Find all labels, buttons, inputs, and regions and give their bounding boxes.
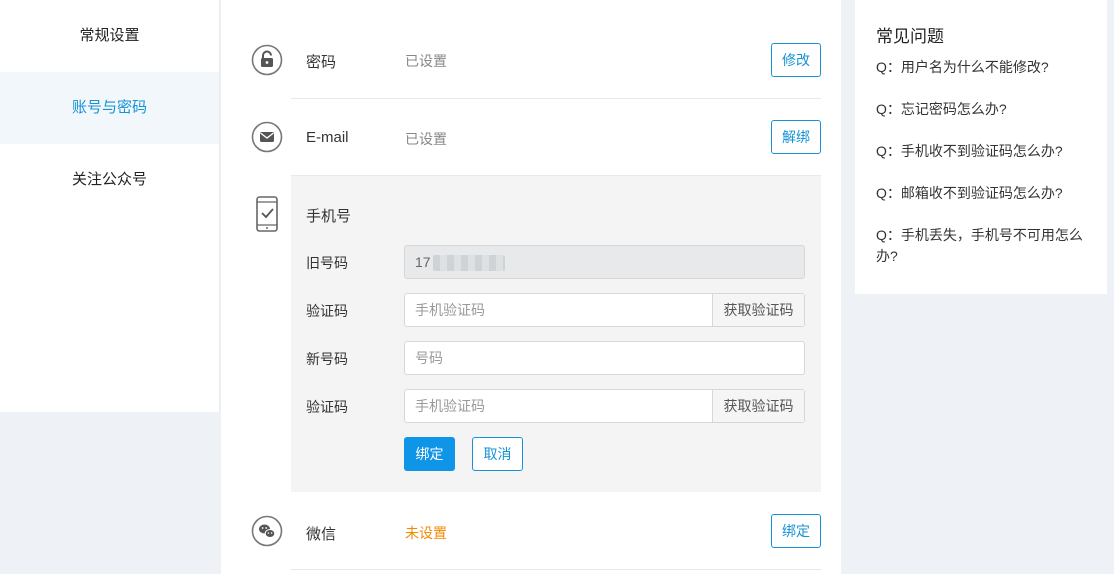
faq-title: 常见问题 [876, 27, 944, 46]
new-number-label: 新号码 [306, 351, 348, 367]
sidebar-item-general[interactable]: 常规设置 [0, 0, 219, 72]
old-verify-code-input[interactable]: 手机验证码 获取验证码 [404, 293, 805, 327]
faq-item[interactable]: Q：用户名为什么不能修改? [876, 57, 1087, 78]
wechat-row: 微信 未设置 绑定 [251, 514, 821, 548]
sidebar-item-account-password[interactable]: 账号与密码 [0, 72, 219, 144]
new-verify-code-input[interactable]: 手机验证码 获取验证码 [404, 389, 805, 423]
cancel-button[interactable]: 取消 [472, 437, 523, 471]
divider [291, 569, 821, 570]
email-title: E-mail [306, 129, 349, 146]
modify-password-button[interactable]: 修改 [771, 43, 821, 77]
wechat-icon [251, 515, 283, 547]
new-number-input[interactable]: 号码 [404, 341, 805, 375]
faq-item[interactable]: Q：忘记密码怎么办? [876, 99, 1087, 120]
password-status: 已设置 [405, 53, 447, 69]
password-row: 密码 已设置 修改 [251, 43, 821, 77]
get-code-button[interactable]: 获取验证码 [712, 390, 804, 422]
divider [291, 98, 821, 99]
old-number-label: 旧号码 [306, 255, 348, 271]
email-status: 已设置 [405, 131, 447, 147]
new-number-placeholder: 号码 [415, 350, 443, 366]
sidebar-item-follow-official-account[interactable]: 关注公众号 [0, 144, 219, 216]
old-number-value: 17 [415, 254, 431, 270]
wechat-status: 未设置 [405, 525, 447, 541]
masked-digits [432, 255, 505, 272]
verify-code-label: 验证码 [306, 303, 348, 319]
faq-item[interactable]: Q：手机收不到验证码怎么办? [876, 141, 1087, 162]
faq-item[interactable]: Q：手机丢失，手机号不可用怎么办? [876, 225, 1087, 267]
verify-code-placeholder: 手机验证码 [415, 302, 485, 318]
account-settings-panel: 密码 已设置 修改 E-mail 已设置 解绑 手机号 旧号码 17 验证码 手… [221, 0, 841, 574]
bind-phone-button[interactable]: 绑定 [404, 437, 455, 471]
envelope-icon [251, 121, 283, 153]
wechat-title: 微信 [306, 526, 337, 543]
email-row: E-mail 已设置 解绑 [251, 120, 821, 154]
phone-check-icon [256, 196, 278, 232]
verify-code-placeholder: 手机验证码 [415, 398, 485, 414]
lock-icon [251, 44, 283, 76]
phone-title: 手机号 [306, 208, 352, 225]
get-code-button[interactable]: 获取验证码 [712, 294, 804, 326]
old-number-field: 17 [404, 245, 805, 279]
password-title: 密码 [306, 54, 337, 71]
unbind-email-button[interactable]: 解绑 [771, 120, 821, 154]
verify-code-label: 验证码 [306, 399, 348, 415]
settings-sidebar: 常规设置 账号与密码 关注公众号 [0, 0, 220, 412]
faq-panel: 常见问题 Q：用户名为什么不能修改? Q：忘记密码怎么办? Q：手机收不到验证码… [855, 0, 1107, 294]
faq-item[interactable]: Q：邮箱收不到验证码怎么办? [876, 183, 1087, 204]
phone-edit-panel [291, 176, 821, 492]
bind-wechat-button[interactable]: 绑定 [771, 514, 821, 548]
